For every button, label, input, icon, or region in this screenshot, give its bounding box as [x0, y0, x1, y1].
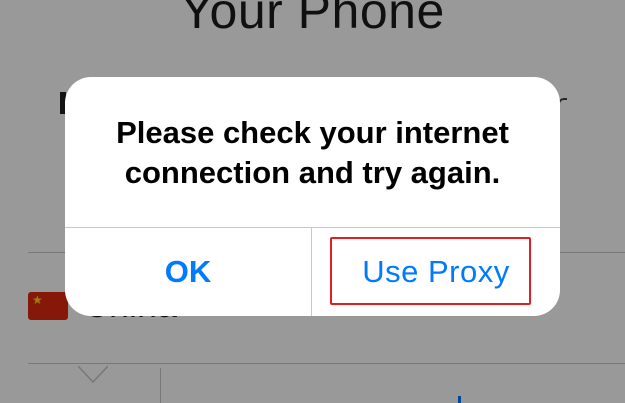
ok-button[interactable]: OK — [65, 228, 311, 316]
alert-message: Please check your internet connection an… — [116, 115, 509, 190]
alert-dialog: Please check your internet connection an… — [65, 77, 560, 316]
use-proxy-button[interactable]: Use Proxy — [312, 228, 560, 316]
